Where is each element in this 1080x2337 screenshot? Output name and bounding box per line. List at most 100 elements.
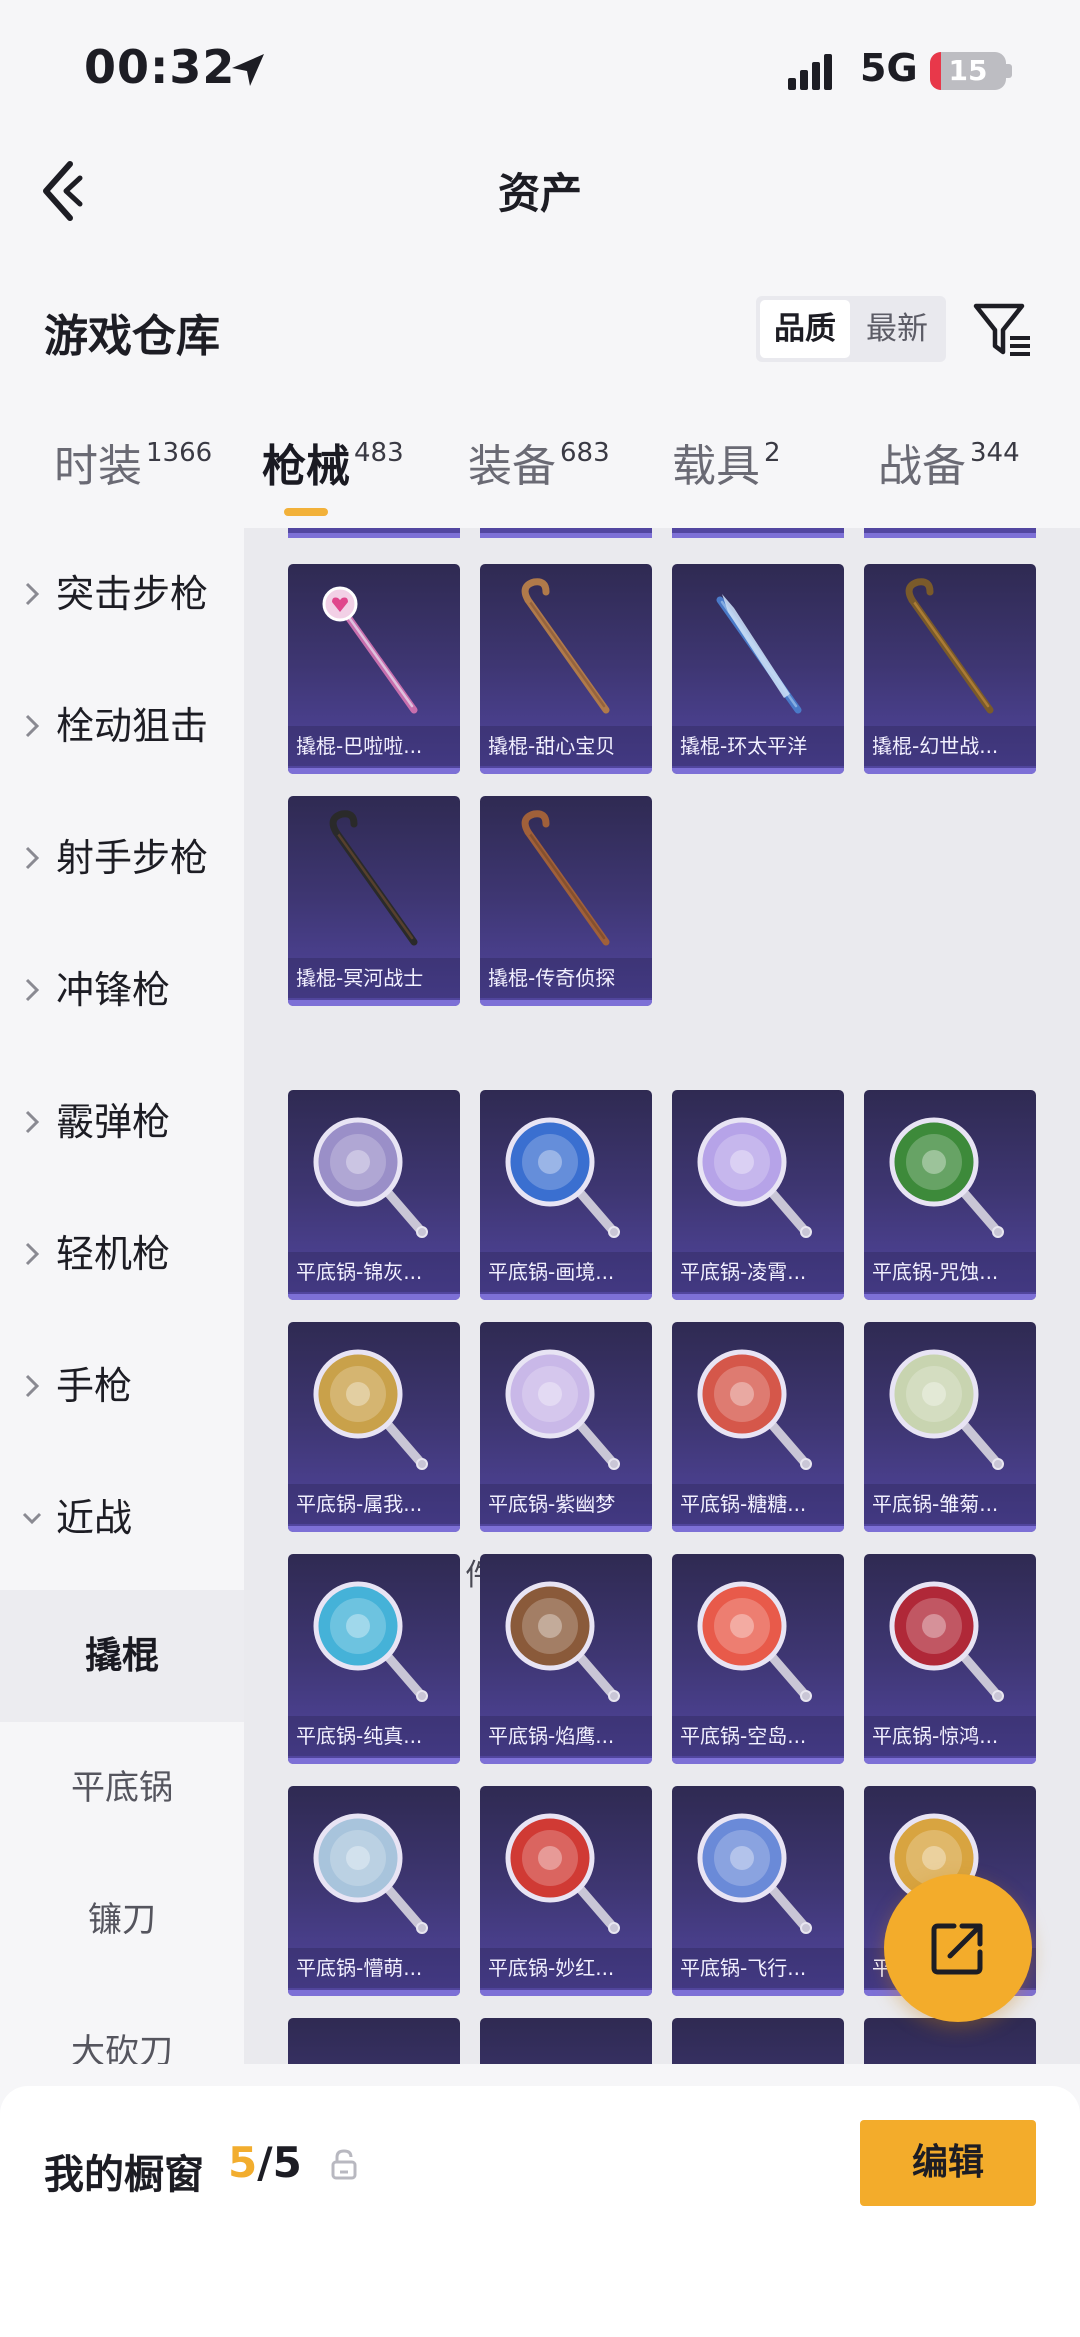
active-tab-indicator	[284, 508, 328, 516]
share-button[interactable]	[884, 1874, 1032, 2022]
sidebar-item-label: 突击步枪	[56, 572, 209, 616]
frying-pan-icon	[313, 1813, 428, 1934]
frying-pan-icon	[313, 1349, 428, 1470]
battery-percent: 15	[948, 54, 988, 87]
pan-card[interactable]: 平底锅-属我...	[288, 1322, 460, 1532]
sort-toggle: 品质 最新	[756, 296, 946, 362]
sidebar-item-lmg[interactable]: 轻机枪	[0, 1188, 244, 1320]
item-name: 平底锅-锦灰...	[288, 1252, 460, 1292]
tab-label: 枪械	[262, 441, 350, 492]
battery-tip	[1006, 64, 1012, 78]
crowbar-hook-icon	[905, 578, 994, 714]
pan-card[interactable]: 平底锅-咒蚀...	[864, 1090, 1036, 1300]
sidebar-subitem-pan[interactable]: 平底锅	[0, 1722, 244, 1854]
pan-card-partial[interactable]	[288, 2018, 460, 2064]
sort-quality-button[interactable]: 品质	[760, 300, 850, 358]
category-tabs: 时装 1366 枪械 483 装备 683 载具 2 战备 344	[0, 430, 1080, 530]
sidebar-item-assault-rifle[interactable]: 突击步枪	[0, 528, 244, 660]
item-name: 平底锅-属我...	[288, 1484, 460, 1524]
pan-card[interactable]: 平底锅-凌霄...	[672, 1090, 844, 1300]
chevron-right-icon	[25, 1374, 40, 1398]
item-name: 撬棍-传奇侦探	[480, 958, 652, 998]
crowbar-card[interactable]: 撬棍-环太平洋	[672, 564, 844, 774]
sidebar-item-pistol[interactable]: 手枪	[0, 1320, 244, 1452]
tab-label: 装备	[468, 441, 556, 492]
pan-card-partial[interactable]	[672, 2018, 844, 2064]
chevron-right-icon	[25, 978, 40, 1002]
sidebar-item-bolt-sniper[interactable]: 栓动狙击	[0, 660, 244, 792]
tab-firearms[interactable]: 枪械 483	[262, 430, 404, 520]
tab-tactical[interactable]: 战备 344	[878, 430, 1020, 520]
pan-card[interactable]: 平底锅-紫幽梦	[480, 1322, 652, 1532]
sidebar-item-shotgun[interactable]: 霰弹枪	[0, 1056, 244, 1188]
frying-pan-icon	[505, 1349, 620, 1470]
edit-button[interactable]: 编辑	[860, 2120, 1036, 2206]
pan-card[interactable]: 平底锅-妙红...	[480, 1786, 652, 1996]
sidebar-item-label: 轻机枪	[56, 1232, 171, 1276]
crowbar-card[interactable]: 撬棍-巴啦啦...	[288, 564, 460, 774]
tab-outfits[interactable]: 时装 1366	[54, 430, 212, 520]
pan-card[interactable]: 平底锅-画境...	[480, 1090, 652, 1300]
pan-card[interactable]: 平底锅-空岛...	[672, 1554, 844, 1764]
tab-equipment[interactable]: 装备 683	[468, 430, 610, 520]
pan-card[interactable]: 平底锅-惊鸿...	[864, 1554, 1036, 1764]
item-name: 平底锅-惊鸿...	[864, 1716, 1036, 1756]
item-name: 平底锅-懵萌...	[288, 1948, 460, 1988]
pan-card-partial[interactable]	[480, 2018, 652, 2064]
tab-label: 时装	[54, 441, 142, 492]
crowbar-detective-icon	[521, 810, 610, 946]
sidebar-item-melee[interactable]: 近战	[0, 1452, 244, 1584]
frying-pan-icon	[505, 1813, 620, 1934]
item-name: 平底锅-紫幽梦	[480, 1484, 652, 1524]
chevron-right-icon	[25, 846, 40, 870]
pan-card[interactable]: 平底锅-雏菊...	[864, 1322, 1036, 1532]
pan-card-partial[interactable]	[864, 2018, 1036, 2064]
crowbar-styx-icon	[329, 810, 418, 946]
sidebar-item-smg[interactable]: 冲锋枪	[0, 924, 244, 1056]
location-arrow-icon	[232, 54, 264, 86]
crowbar-card[interactable]: 撬棍-幻世战...	[864, 564, 1036, 774]
sort-newest-button[interactable]: 最新	[852, 300, 942, 358]
frying-pan-icon	[505, 1581, 620, 1702]
sidebar-item-label: 栓动狙击	[56, 704, 209, 748]
battery-icon: 15	[930, 52, 1006, 90]
pan-card[interactable]: 平底锅-懵萌...	[288, 1786, 460, 1996]
tab-vehicles[interactable]: 载具 2	[672, 430, 781, 520]
card-partial	[288, 528, 460, 538]
item-name: 平底锅-空岛...	[672, 1716, 844, 1756]
filter-icon[interactable]	[972, 300, 1034, 360]
crowbar-card[interactable]: 撬棍-冥河战士	[288, 796, 460, 1006]
tab-label: 载具	[672, 441, 760, 492]
crowbar-card[interactable]: 撬棍-甜心宝贝	[480, 564, 652, 774]
share-external-icon	[931, 1923, 983, 1975]
frying-pan-icon	[313, 1117, 428, 1238]
weapon-category-sidebar: 突击步枪 栓动狙击 射手步枪 冲锋枪 霰弹枪 轻机枪 手枪 近战 撬棍 平底锅 …	[0, 528, 244, 2064]
network-type: 5G	[860, 46, 918, 90]
sidebar-item-label: 手枪	[56, 1364, 133, 1408]
item-name: 平底锅-雏菊...	[864, 1484, 1036, 1524]
pan-card[interactable]: 平底锅-焰鹰...	[480, 1554, 652, 1764]
item-name: 平底锅-画境...	[480, 1252, 652, 1292]
pan-card[interactable]: 平底锅-糖糖...	[672, 1322, 844, 1532]
sidebar-subitem-crowbar[interactable]: 撬棍	[0, 1590, 244, 1722]
item-name: 撬棍-甜心宝贝	[480, 726, 652, 766]
frying-pan-icon	[313, 1581, 428, 1702]
tab-label: 战备	[878, 441, 966, 492]
showcase-label: 我的橱窗	[44, 2152, 204, 2198]
item-name: 撬棍-冥河战士	[288, 958, 460, 998]
page-title: 资产	[497, 169, 582, 218]
pan-card[interactable]: 平底锅-锦灰...	[288, 1090, 460, 1300]
crowbar-card[interactable]: 撬棍-传奇侦探	[480, 796, 652, 1006]
sidebar-item-marksman-rifle[interactable]: 射手步枪	[0, 792, 244, 924]
item-name: 平底锅-飞行...	[672, 1948, 844, 1988]
frying-pan-icon	[505, 1117, 620, 1238]
pan-card[interactable]: 平底锅-飞行...	[672, 1786, 844, 1996]
crowbar-blade-icon	[716, 594, 802, 714]
item-name: 平底锅-焰鹰...	[480, 1716, 652, 1756]
tab-count: 683	[560, 438, 610, 468]
pan-card[interactable]: 平底锅-纯真...	[288, 1554, 460, 1764]
status-time: 00:32	[84, 40, 236, 94]
sidebar-subitem-machete[interactable]: 大砍刀	[0, 1986, 244, 2064]
item-name: 平底锅-咒蚀...	[864, 1252, 1036, 1292]
sidebar-subitem-sickle[interactable]: 镰刀	[0, 1854, 244, 1986]
